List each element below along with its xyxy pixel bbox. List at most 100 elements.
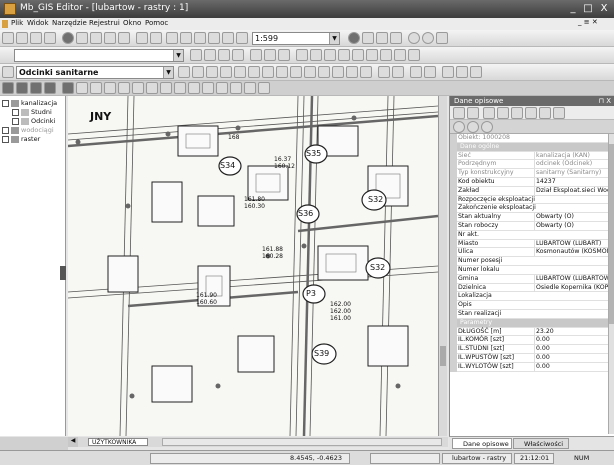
draw-12-icon[interactable] [332,66,344,78]
style-icon[interactable] [408,49,420,61]
refresh-record-icon[interactable] [481,121,493,133]
view-17-icon[interactable] [230,82,242,94]
view-11-icon[interactable] [146,82,158,94]
attribute-value[interactable]: 0.00 [534,362,608,371]
edit-4-icon[interactable] [232,49,244,61]
attribute-row[interactable]: Zakończenie eksploatacji [450,204,608,214]
prev-record-icon[interactable] [453,121,465,133]
attribute-category[interactable]: Parametry [450,318,608,328]
snap-icon[interactable] [324,49,336,61]
zoom-in-icon[interactable] [166,32,178,44]
object-type-combo[interactable]: Odcinki sanitarne ▼ [16,66,174,79]
map-vertical-scrollbar[interactable] [438,96,447,436]
database-icon[interactable] [352,49,364,61]
draw-4-icon[interactable] [220,66,232,78]
attribute-value[interactable]: Osiedle Kopernika (KOPI [534,283,608,292]
draw-3-icon[interactable] [206,66,218,78]
panel-tool-8-icon[interactable] [553,107,565,119]
back-icon[interactable] [76,32,88,44]
text-tool-icon[interactable] [410,66,422,78]
attribute-value[interactable]: 23.20 [534,327,608,336]
draw-15-icon[interactable] [378,66,390,78]
report-icon[interactable] [366,49,378,61]
chart-icon[interactable] [380,49,392,61]
next-record-icon[interactable] [467,121,479,133]
scroll-thumb[interactable] [440,346,446,366]
layers-icon[interactable] [338,49,350,61]
properties-icon[interactable] [470,66,482,78]
map-canvas[interactable]: JNY S34 S35 S36 P3 S32 S32 S39 168 16.37… [68,96,438,436]
tab-wlasciwosci[interactable]: Właściwości [513,438,569,449]
panel-scrollbar[interactable] [608,134,614,434]
view-15-icon[interactable] [202,82,214,94]
attribute-row[interactable]: Zakład Dział Eksploat.sieci Woc [450,186,608,196]
open-icon[interactable] [16,32,28,44]
text-tool-2-icon[interactable] [424,66,436,78]
attribute-row[interactable]: IL.WPUSTÓW [szt] 0.00 [450,354,608,363]
table-icon[interactable] [390,32,402,44]
panel-tool-3-icon[interactable] [483,107,495,119]
pointer-icon[interactable] [250,49,262,61]
attribute-row[interactable]: Stan roboczy Obwarty (O) [450,222,608,231]
view-14-icon[interactable] [188,82,200,94]
attribute-row[interactable]: Ulica Kosmonautów (KOSMON [450,248,608,258]
tab-uzytkownika[interactable]: UŻYTKOWNIKA [88,438,148,446]
menu-pomoc[interactable]: Pomoc [145,19,168,27]
refresh-icon[interactable] [104,32,116,44]
draw-2-icon[interactable] [192,66,204,78]
ruler-icon[interactable] [376,32,388,44]
zoom-2-icon[interactable] [208,32,220,44]
draw-9-icon[interactable] [290,66,302,78]
pan-hand-icon[interactable] [118,32,130,44]
panel-tool-5-icon[interactable] [511,107,523,119]
edit-3-icon[interactable] [218,49,230,61]
draw-16-icon[interactable] [392,66,404,78]
close-button[interactable]: X [597,2,611,16]
chevron-down-icon[interactable]: ▼ [163,67,173,78]
attribute-value[interactable]: kanalizacja (KAN) [534,151,608,160]
minimize-button[interactable]: _ [566,2,580,16]
mdi-controls[interactable]: _ ≡ ✕ [578,18,598,26]
attribute-row[interactable]: Dzielnica Osiedle Kopernika (KOPI [450,283,608,293]
zoom-1-icon[interactable] [194,32,206,44]
print-icon[interactable] [44,32,56,44]
find-next-icon[interactable] [150,32,162,44]
node-2-icon[interactable] [278,49,290,61]
attribute-value[interactable]: LUBARTÓW (LUBART) [534,239,608,248]
attribute-value[interactable]: Dział Eksploat.sieci Woc [534,186,608,195]
attribute-row[interactable]: IL.KOMÓR [szt] 0.00 [450,336,608,346]
draw-14-icon[interactable] [360,66,372,78]
panel-tool-4-icon[interactable] [497,107,509,119]
history-icon[interactable] [422,32,434,44]
attribute-row[interactable]: Kod obiektu 14237 [450,178,608,187]
view-10-icon[interactable] [132,82,144,94]
scroll-track[interactable] [162,438,442,446]
delete-icon[interactable] [118,82,130,94]
menu-plik[interactable]: Plik [11,19,23,27]
menu-okno[interactable]: Okno [123,19,141,27]
layer-checkbox[interactable] [2,127,9,134]
panel-tool-6-icon[interactable] [525,107,537,119]
panel-pin-close[interactable]: ⊓ X [599,96,611,106]
attribute-row[interactable]: Podrzędnym odcinek (Odcinek) [450,160,608,170]
draw-1-icon[interactable] [178,66,190,78]
zoom-4-icon[interactable] [236,32,248,44]
node-icon[interactable] [264,49,276,61]
window-icon[interactable] [436,32,448,44]
draw-8-icon[interactable] [276,66,288,78]
select-arrow-icon[interactable] [62,82,74,94]
globe-icon[interactable] [62,32,74,44]
zoom-out-icon[interactable] [180,32,192,44]
view-6-icon[interactable] [76,82,88,94]
draw-6-icon[interactable] [248,66,260,78]
zoom-3-icon[interactable] [222,32,234,44]
attribute-row[interactable]: Numer posesji [450,257,608,266]
attribute-value[interactable]: 0.00 [534,336,608,345]
collapse-handle[interactable] [60,266,66,280]
attribute-value[interactable]: 0.00 [534,354,608,362]
view-3-icon[interactable] [30,82,42,94]
pencil-icon[interactable] [296,49,308,61]
attribute-row[interactable]: Obiekt: 1000208 [450,134,608,143]
layer-checkbox[interactable] [12,109,19,116]
edit-1-icon[interactable] [190,49,202,61]
